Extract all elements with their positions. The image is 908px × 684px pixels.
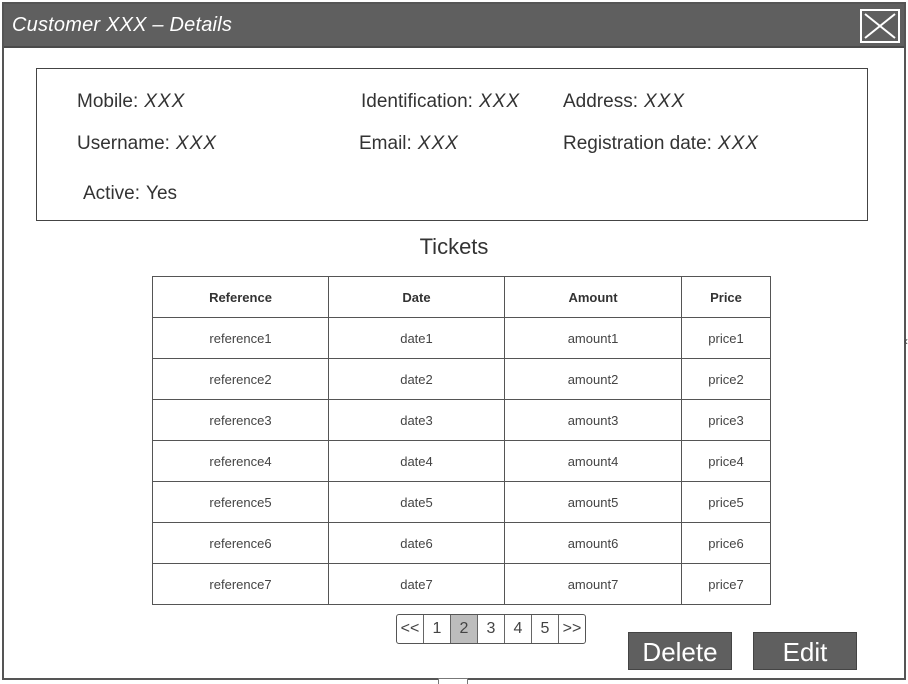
amount-cell: amount7	[504, 563, 682, 605]
first-page-button[interactable]: <<	[397, 615, 424, 643]
page-button-1[interactable]: 1	[424, 615, 451, 643]
reference-cell: reference1	[152, 317, 329, 359]
page-button-4[interactable]: 4	[505, 615, 532, 643]
amount-cell: amount6	[504, 522, 682, 564]
email-value: XXX	[417, 133, 459, 154]
page-button-3[interactable]: 3	[478, 615, 505, 643]
date-cell: date2	[328, 358, 505, 400]
registration-date-value: XXX	[717, 133, 759, 154]
reference-cell: reference6	[152, 522, 329, 564]
column-header-date[interactable]: Date	[328, 276, 505, 318]
scroll-left-arrow-icon[interactable]: ‹	[904, 334, 908, 348]
table-row[interactable]: reference3 date3 amount3 price3	[152, 399, 771, 441]
table-row[interactable]: reference5 date5 amount5 price5	[152, 481, 771, 523]
amount-cell: amount2	[504, 358, 682, 400]
active-value: Yes	[146, 183, 178, 204]
close-x-icon	[864, 13, 896, 39]
title-bar: Customer XXX – Details	[4, 4, 904, 48]
address-field: Address: XXX	[563, 91, 685, 113]
last-page-button[interactable]: >>	[559, 615, 585, 643]
identification-label: Identification:	[361, 91, 473, 112]
page-button-2-current[interactable]: 2	[451, 615, 478, 643]
price-cell: price4	[681, 440, 771, 482]
registration-date-field: Registration date: XXX	[563, 133, 759, 155]
email-field: Email: XXX	[359, 133, 459, 155]
date-cell: date4	[328, 440, 505, 482]
page-button-5[interactable]: 5	[532, 615, 559, 643]
edit-button[interactable]: Edit	[753, 632, 857, 670]
amount-cell: amount5	[504, 481, 682, 523]
price-cell: price5	[681, 481, 771, 523]
table-row[interactable]: reference2 date2 amount2 price2	[152, 358, 771, 400]
registration-date-label: Registration date:	[563, 133, 712, 154]
mobile-field: Mobile: XXX	[77, 91, 185, 113]
pagination: << 1 2 3 4 5 >>	[396, 614, 586, 644]
username-field: Username: XXX	[77, 133, 217, 155]
amount-cell: amount1	[504, 317, 682, 359]
table-row[interactable]: reference4 date4 amount4 price4	[152, 440, 771, 482]
active-label: Active:	[83, 183, 141, 204]
price-cell: price2	[681, 358, 771, 400]
active-field: Active: Yes	[83, 183, 177, 205]
identification-value: XXX	[478, 91, 520, 112]
username-label: Username:	[77, 133, 170, 154]
reference-cell: reference3	[152, 399, 329, 441]
username-value: XXX	[175, 133, 217, 154]
reference-cell: reference7	[152, 563, 329, 605]
table-row[interactable]: reference1 date1 amount1 price1	[152, 317, 771, 359]
tickets-table: Reference Date Amount Price reference1 d…	[152, 276, 771, 605]
reference-cell: reference2	[152, 358, 329, 400]
date-cell: date1	[328, 317, 505, 359]
table-header-row: Reference Date Amount Price	[152, 276, 771, 318]
table-row[interactable]: reference6 date6 amount6 price6	[152, 522, 771, 564]
price-cell: price6	[681, 522, 771, 564]
table-row[interactable]: reference7 date7 amount7 price7	[152, 563, 771, 605]
delete-button[interactable]: Delete	[628, 632, 732, 670]
price-cell: price7	[681, 563, 771, 605]
date-cell: date7	[328, 563, 505, 605]
tickets-heading: Tickets	[419, 234, 489, 259]
email-label: Email:	[359, 133, 412, 154]
reference-cell: reference5	[152, 481, 329, 523]
reference-cell: reference4	[152, 440, 329, 482]
bottom-resize-handle[interactable]	[438, 678, 468, 684]
price-cell: price3	[681, 399, 771, 441]
price-cell: price1	[681, 317, 771, 359]
date-cell: date3	[328, 399, 505, 441]
address-label: Address:	[563, 91, 638, 112]
identification-field: Identification: XXX	[361, 91, 520, 113]
close-button[interactable]	[860, 9, 900, 43]
amount-cell: amount3	[504, 399, 682, 441]
column-header-price[interactable]: Price	[681, 276, 771, 318]
column-header-reference[interactable]: Reference	[152, 276, 329, 318]
date-cell: date6	[328, 522, 505, 564]
amount-cell: amount4	[504, 440, 682, 482]
mobile-label: Mobile:	[77, 91, 139, 112]
address-value: XXX	[643, 91, 686, 112]
date-cell: date5	[328, 481, 505, 523]
customer-info-panel: Mobile: XXX Identification: XXX Address: XX…	[36, 68, 868, 221]
mobile-value: XXX	[144, 91, 186, 112]
window-title: Customer XXX – Details	[12, 14, 233, 36]
column-header-amount[interactable]: Amount	[504, 276, 682, 318]
